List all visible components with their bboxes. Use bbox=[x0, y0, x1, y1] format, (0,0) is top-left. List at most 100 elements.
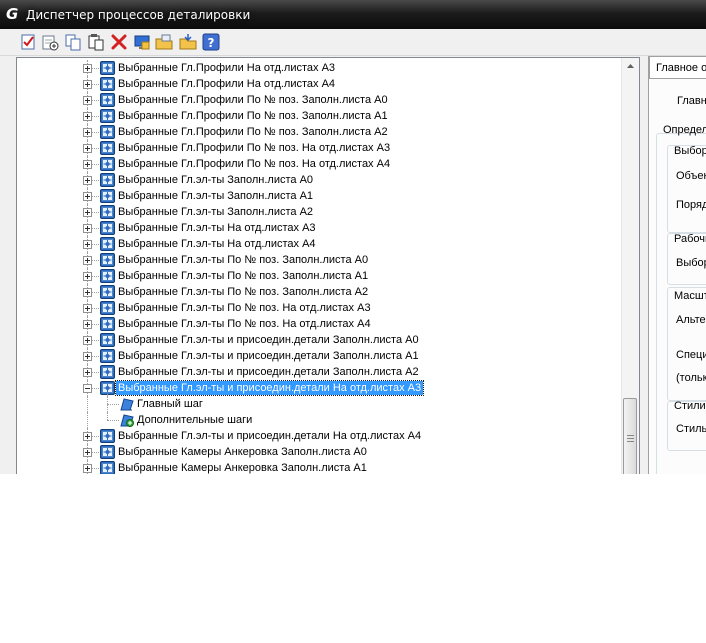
scroll-thumb[interactable] bbox=[623, 398, 637, 474]
expand-toggle[interactable] bbox=[83, 96, 92, 105]
expand-toggle[interactable] bbox=[83, 112, 92, 121]
expand-toggle[interactable] bbox=[83, 176, 92, 185]
process-node-icon bbox=[100, 205, 115, 219]
tree-item-label: Выбранные Гл.эл-ты и присоедин.детали На… bbox=[118, 430, 422, 442]
folder-export-icon bbox=[155, 34, 173, 50]
expand-toggle[interactable] bbox=[83, 192, 92, 201]
expand-toggle[interactable] bbox=[83, 128, 92, 137]
tree-item-label: Выбранные Гл.эл-ты Заполн.листа A2 bbox=[118, 206, 314, 218]
tree-item[interactable]: Выбранные Камеры Анкеровка Заполн.листа … bbox=[17, 444, 623, 460]
process-tree[interactable]: Выбранные Гл.Профили На отд.листах A3 Выб… bbox=[16, 57, 640, 474]
expand-toggle[interactable] bbox=[83, 240, 92, 249]
copy-icon bbox=[65, 34, 81, 51]
collapse-toggle[interactable] bbox=[83, 384, 92, 393]
tree-item[interactable]: Выбранные Гл.эл-ты и присоедин.детали На… bbox=[17, 428, 623, 444]
app-logo-icon: G bbox=[6, 5, 19, 23]
tab-main[interactable]: Главное о bbox=[649, 56, 706, 79]
process-node bbox=[100, 445, 115, 459]
expand-toggle[interactable] bbox=[83, 144, 92, 153]
tree-item[interactable]: Выбранные Гл.эл-ты По № поз. Заполн.лист… bbox=[17, 252, 623, 268]
help-icon: ? bbox=[202, 33, 220, 51]
tree-item[interactable]: Выбранные Гл.эл-ты По № поз. На отд.лист… bbox=[17, 300, 623, 316]
expand-toggle[interactable] bbox=[83, 160, 92, 169]
tree-guide-line bbox=[87, 412, 88, 428]
process-node-icon bbox=[100, 301, 115, 315]
expand-toggle[interactable] bbox=[83, 208, 92, 217]
tree-item-label: Выбранные Гл.эл-ты На отд.листах A4 bbox=[118, 238, 316, 250]
export-folder-button[interactable] bbox=[155, 33, 173, 51]
tree-item[interactable]: Выбранные Гл.эл-ты и присоедин.детали За… bbox=[17, 332, 623, 348]
tree-item[interactable]: Выбранные Гл.Профили На отд.листах A3 bbox=[17, 60, 623, 76]
tree-item[interactable]: Выбранные Гл.эл-ты На отд.листах A3 bbox=[17, 220, 623, 236]
tree-item[interactable]: Выбранные Гл.эл-ты и присоедин.детали На… bbox=[17, 380, 623, 396]
expand-toggle[interactable] bbox=[83, 432, 92, 441]
expand-toggle[interactable] bbox=[83, 80, 92, 89]
expand-toggle[interactable] bbox=[83, 304, 92, 313]
expand-toggle[interactable] bbox=[83, 368, 92, 377]
expand-toggle[interactable] bbox=[83, 256, 92, 265]
title-bar: G Диспетчер процессов деталировки bbox=[0, 0, 706, 29]
process-node bbox=[100, 429, 115, 443]
add-step-button[interactable] bbox=[41, 33, 59, 51]
tree-item-label: Выбранные Гл.Профили На отд.листах A4 bbox=[118, 78, 336, 90]
property-label: Альте bbox=[676, 314, 706, 326]
step-node bbox=[119, 413, 134, 427]
tree-item-label: Выбранные Гл.эл-ты По № поз. Заполн.лист… bbox=[118, 254, 369, 266]
expand-toggle[interactable] bbox=[83, 272, 92, 281]
property-group-selection bbox=[667, 145, 706, 233]
paste-icon bbox=[88, 34, 104, 51]
tree-item[interactable]: Выбранные Гл.Профили По № поз. На отд.ли… bbox=[17, 140, 623, 156]
expand-toggle[interactable] bbox=[83, 448, 92, 457]
tree-item[interactable]: Выбранные Гл.Профили По № поз. Заполн.ли… bbox=[17, 108, 623, 124]
copy-button[interactable] bbox=[64, 33, 82, 51]
tree-item[interactable]: Выбранные Гл.Профили На отд.листах A4 bbox=[17, 76, 623, 92]
tree-item-label: Выбранные Гл.эл-ты На отд.листах A3 bbox=[118, 222, 316, 234]
process-node bbox=[100, 285, 115, 299]
new-checklist-icon bbox=[21, 34, 35, 50]
expand-toggle[interactable] bbox=[83, 352, 92, 361]
tree-item[interactable]: Выбранные Гл.эл-ты По № поз. Заполн.лист… bbox=[17, 284, 623, 300]
expand-toggle[interactable] bbox=[83, 288, 92, 297]
process-node bbox=[100, 333, 115, 347]
process-node bbox=[100, 205, 115, 219]
tree-item[interactable]: Выбранные Гл.эл-ты Заполн.листа A0 bbox=[17, 172, 623, 188]
paste-button[interactable] bbox=[87, 33, 105, 51]
tree-item[interactable]: Выбранные Гл.Профили По № поз. На отд.ли… bbox=[17, 156, 623, 172]
svg-text:?: ? bbox=[208, 36, 215, 50]
tree-item[interactable]: Выбранные Гл.эл-ты Заполн.листа A2 bbox=[17, 204, 623, 220]
delete-button[interactable] bbox=[110, 33, 128, 51]
process-node-icon bbox=[100, 253, 115, 267]
expand-toggle[interactable] bbox=[83, 224, 92, 233]
tree-item[interactable]: Выбранные Гл.эл-ты По № поз. На отд.лист… bbox=[17, 316, 623, 332]
tree-item[interactable]: Выбранные Гл.эл-ты Заполн.листа A1 bbox=[17, 188, 623, 204]
tree-item[interactable]: Выбранные Гл.эл-ты По № поз. Заполн.лист… bbox=[17, 268, 623, 284]
expand-toggle[interactable] bbox=[83, 320, 92, 329]
process-node bbox=[100, 349, 115, 363]
tree-item[interactable]: Выбранные Гл.эл-ты На отд.листах A4 bbox=[17, 236, 623, 252]
tree-item[interactable]: Выбранные Гл.Профили По № поз. Заполн.ли… bbox=[17, 92, 623, 108]
tree-item[interactable]: Выбранные Гл.эл-ты и присоедин.детали За… bbox=[17, 348, 623, 364]
tree-child-item[interactable]: Главный шаг bbox=[17, 396, 623, 412]
scroll-up-button[interactable] bbox=[622, 58, 639, 75]
help-button[interactable]: ? bbox=[202, 33, 220, 51]
tree-child-item[interactable]: Дополнительные шаги bbox=[17, 412, 623, 428]
tree-item[interactable]: Выбранные Гл.эл-ты и присоедин.детали За… bbox=[17, 364, 623, 380]
new-checklist-button[interactable] bbox=[19, 33, 37, 51]
expand-toggle[interactable] bbox=[83, 64, 92, 73]
process-node bbox=[100, 221, 115, 235]
properties-panel: Главное о Главнь Определ Выбор Объек Пор… bbox=[648, 56, 706, 474]
tree-item[interactable]: Выбранные Камеры Анкеровка Заполн.листа … bbox=[17, 460, 623, 474]
tree-guide-line bbox=[107, 420, 119, 421]
process-node-icon bbox=[100, 93, 115, 107]
tree-scrollbar[interactable] bbox=[621, 58, 639, 474]
monitor-button[interactable] bbox=[133, 33, 151, 51]
process-node bbox=[100, 381, 115, 395]
tree-item[interactable]: Выбранные Гл.Профили По № поз. Заполн.ли… bbox=[17, 124, 623, 140]
expand-toggle[interactable] bbox=[83, 336, 92, 345]
process-node bbox=[100, 461, 115, 474]
expand-toggle[interactable] bbox=[83, 464, 92, 473]
process-node bbox=[100, 317, 115, 331]
detailing-process-manager-window: G Диспетчер процессов деталировки ? Выбр… bbox=[0, 0, 706, 474]
tree-item-label: Выбранные Гл.эл-ты и присоедин.детали За… bbox=[118, 350, 419, 362]
import-folder-button[interactable] bbox=[179, 33, 197, 51]
